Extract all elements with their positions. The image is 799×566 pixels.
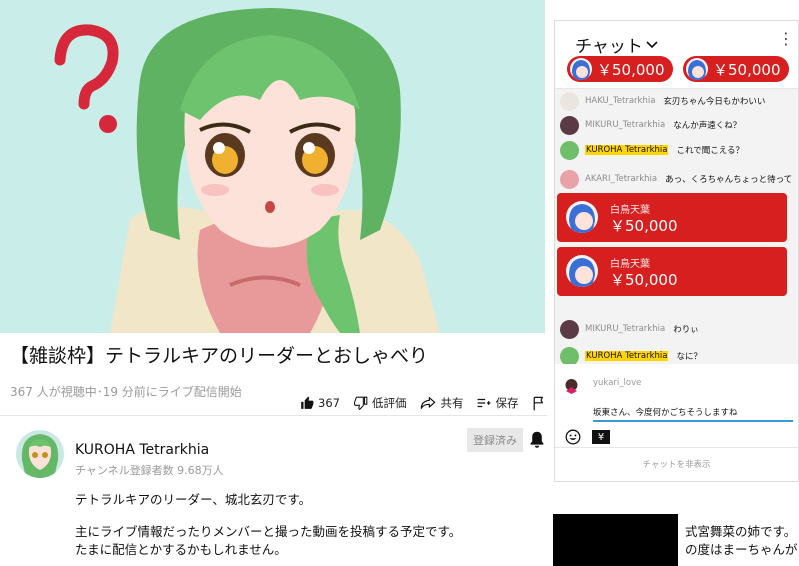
super-chat-button[interactable]: ¥ [592,430,610,444]
chat-author[interactable]: AKARI_Tetrarkhia [585,174,657,184]
avatar [560,140,579,160]
bell-icon [530,431,544,448]
divider [0,415,547,416]
superchat-author: 白鳥天葉 [610,259,650,270]
dislike-label: 低評価 [371,396,407,410]
chat-author[interactable]: MIKURU_Tetrarkhia [585,324,665,334]
superchat-amount: ￥50,000 [610,217,678,235]
chat-mode-selector[interactable]: チャット [575,32,658,57]
chat-text: 玄刃ちゃん今日もかわいい [663,97,766,107]
save-button[interactable]: 保存 [477,395,518,411]
chat-author-owner-badge[interactable]: KUROHA Tetrarkhia [585,145,669,155]
video-meta: 367 人が視聴中･19 分前にライブ配信開始 [10,385,242,399]
thumbs-up-icon [301,396,314,409]
playlist-add-icon [478,398,491,408]
superchat-ticker[interactable]: ￥50,000 [683,56,789,82]
dislike-button[interactable]: 低評価 [354,395,407,411]
chat-author[interactable]: MIKURU_Tetrarkhia [585,120,665,130]
channel-subscriber-count: チャンネル登録者数 9.68万人 [75,464,224,477]
description-line: 主にライブ情報だったりメンバーと撮った動画を投稿する予定です。 [75,524,462,539]
chat-text: わりぃ [673,325,699,335]
avatar-art [16,430,64,478]
chat-title: チャット [575,37,643,57]
video-player[interactable] [0,0,545,333]
video-actions: 367 低評価 共有 保存 [300,395,564,411]
chat-author[interactable]: HAKU_Tetrarkhia [585,96,655,106]
superchat-card[interactable]: 白鳥天葉 ￥50,000 [557,193,787,242]
chat-input-area: yukari_love 坂東さん、今度何かごちそうしますね ¥ [555,364,798,451]
page: 【雑談枠】テトラルキアのリーダーとおしゃべり 367 人が視聴中･19 分前にラ… [0,0,799,566]
emoji-button[interactable] [565,429,581,449]
chat-input-username: yukari_love [593,378,642,388]
chat-text: なんか声遠くね？ [673,121,742,131]
hide-chat-button[interactable]: チャットを非表示 [555,458,798,470]
description-line: たまに配信とかするかもしれません。 [75,542,287,557]
avatar [566,255,598,287]
flag-icon [534,396,544,410]
emoji-icon [565,429,581,445]
like-count: 367 [318,396,340,410]
chat-message: HAKU_Tetrarkhia 玄刃ちゃん今日もかわいい [555,89,798,113]
chat-message: MIKURU_Tetrarkhia わりぃ [555,317,798,341]
avatar [560,115,579,135]
superchat-amount: ￥50,000 [610,271,678,289]
ticker-amount: ￥50,000 [597,60,665,79]
chat-input[interactable]: 坂東さん、今度何かごちそうしますね [593,406,793,422]
share-button[interactable]: 共有 [420,395,463,411]
superchat-card[interactable]: 白鳥天葉 ￥50,000 [557,247,787,296]
subscribed-button[interactable]: 登録済み [467,428,523,452]
thumbs-down-icon [354,396,368,410]
chat-text: あっ、くろちゃんちょっと待って [665,175,793,185]
avatar [560,346,579,364]
live-chat-panel: チャット ⋮ ￥50,000 ￥50,000 HAKU_Tetrarkhia 玄… [554,20,799,482]
chat-author-owner-badge[interactable]: KUROHA Tetrarkhia [585,351,669,361]
superchat-ticker[interactable]: ￥50,000 [567,56,673,82]
like-button[interactable]: 367 [300,396,340,410]
avatar [563,377,580,394]
notification-bell-button[interactable] [529,430,545,452]
report-button[interactable] [532,396,550,411]
avatar [686,58,708,80]
superchat-author: 白鳥天葉 [610,205,650,216]
chat-message: KUROHA Tetrarkhia なに？ [555,344,798,364]
avatar [560,91,579,111]
channel-name[interactable]: KUROHA Tetrarkhia [75,442,209,458]
share-icon [421,397,436,409]
share-label: 共有 [440,396,464,410]
more-options-icon[interactable]: ⋮ [778,31,794,47]
chat-text: なに？ [676,352,702,362]
chat-messages: HAKU_Tetrarkhia 玄刃ちゃん今日もかわいい MIKURU_Tetr… [555,89,798,364]
divider [555,447,798,448]
related-video-thumbnail[interactable] [553,514,678,566]
chat-message: KUROHA Tetrarkhia これで聞こえる？ [555,138,798,162]
chevron-down-icon [646,40,658,48]
ticker-amount: ￥50,000 [713,60,781,79]
video-thumbnail-art [0,0,545,333]
description-line: テトラルキアのリーダー、城北玄刃です。 [75,492,312,507]
chat-text: これで聞こえる？ [676,146,744,156]
avatar [570,58,592,80]
save-label: 保存 [495,396,519,410]
related-video-title[interactable]: の度はまーちゃんが [685,539,798,558]
avatar [560,319,579,339]
channel-avatar[interactable] [16,430,64,478]
avatar [560,169,579,189]
chat-message: AKARI_Tetrarkhia あっ、くろちゃんちょっと待って [555,167,798,191]
avatar [566,201,598,233]
chat-message: MIKURU_Tetrarkhia なんか声遠くね？ [555,113,798,137]
video-title: 【雑談枠】テトラルキアのリーダーとおしゃべり [10,345,429,367]
related-video-title[interactable]: 式宮舞菜の姉です。 [685,521,796,540]
